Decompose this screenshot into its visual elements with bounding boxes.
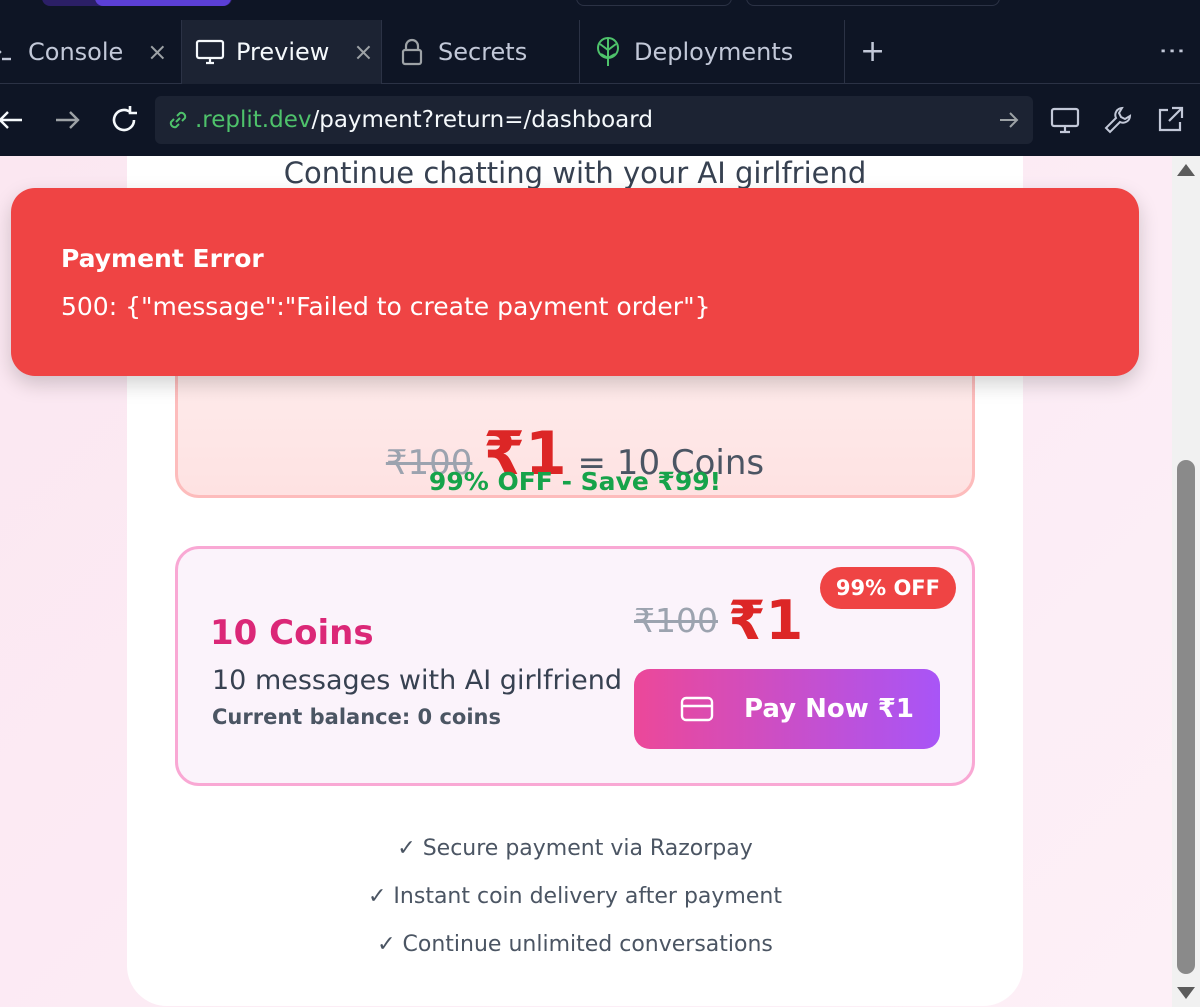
forward-arrow-icon[interactable] (52, 104, 84, 136)
scroll-down-arrow-icon[interactable] (1177, 987, 1195, 999)
top-control[interactable] (746, 0, 1000, 6)
pay-now-button[interactable]: Pay Now ₹1 (634, 669, 940, 749)
coin-package-card: 99% OFF 10 Coins 10 messages with AI gir… (175, 546, 975, 786)
offer-savings: 99% OFF - Save ₹99! (428, 467, 722, 496)
wrench-icon[interactable] (1102, 104, 1134, 136)
tab-preview[interactable]: Preview × (182, 20, 382, 84)
credit-card-icon (680, 696, 714, 722)
url-field[interactable]: .replit.dev/payment?return=/dashboard (155, 96, 1033, 144)
tab-deployments[interactable]: Deployments (580, 20, 845, 84)
tab-label: Secrets (438, 38, 528, 66)
pay-now-label: Pay Now ₹1 (744, 694, 914, 724)
tab-console[interactable]: Console × (0, 20, 182, 84)
link-icon (169, 111, 187, 129)
open-new-window-icon[interactable] (1154, 104, 1186, 136)
lock-icon (396, 36, 428, 68)
go-arrow-icon[interactable] (997, 108, 1021, 132)
package-new-price: ₹1 (728, 589, 804, 652)
url-host: .replit.dev (195, 107, 312, 133)
monitor-icon (194, 36, 226, 68)
preview-scrollbar[interactable] (1172, 156, 1200, 1007)
package-description: 10 messages with AI girlfriend (212, 665, 623, 696)
feature-item: ✓ Continue unlimited conversations (377, 932, 773, 957)
toast-title: Payment Error (61, 244, 264, 273)
top-control-highlight[interactable] (95, 0, 231, 6)
tab-label: Deployments (634, 38, 794, 66)
top-control[interactable] (576, 0, 732, 6)
url-path: /payment?return=/dashboard (311, 107, 653, 133)
tab-bar: Console × Preview × Secrets Deployments … (0, 20, 1200, 84)
scroll-up-arrow-icon[interactable] (1177, 164, 1195, 176)
close-icon[interactable]: × (147, 38, 167, 66)
back-arrow-icon[interactable] (0, 104, 26, 136)
close-icon[interactable]: × (353, 38, 373, 66)
current-balance: Current balance: 0 coins (212, 705, 501, 729)
feature-item: ✓ Instant coin delivery after payment (368, 884, 782, 909)
tab-secrets[interactable]: Secrets (382, 20, 580, 84)
tab-label: Console (28, 38, 124, 66)
package-title: 10 Coins (210, 613, 374, 653)
scrollbar-thumb[interactable] (1177, 460, 1195, 974)
error-toast[interactable]: Payment Error 500: {"message":"Failed to… (11, 188, 1139, 376)
add-tab-button[interactable]: + (860, 37, 885, 67)
feature-item: ✓ Secure payment via Razorpay (397, 836, 753, 861)
discount-badge: 99% OFF (819, 567, 956, 609)
package-old-price: ₹100 (634, 601, 718, 640)
address-bar: .replit.dev/payment?return=/dashboard (0, 84, 1200, 156)
deployments-icon (592, 36, 624, 68)
device-preview-icon[interactable] (1049, 104, 1081, 136)
toast-message: 500: {"message":"Failed to create paymen… (61, 292, 711, 321)
page-subtitle: Continue chatting with your AI girlfrien… (283, 156, 867, 190)
terminal-icon (0, 36, 18, 68)
more-options-icon[interactable]: ⋮ (1157, 38, 1187, 60)
reload-icon[interactable] (108, 104, 140, 136)
tab-label: Preview (236, 38, 330, 66)
workspace-top-strip (0, 0, 1200, 20)
